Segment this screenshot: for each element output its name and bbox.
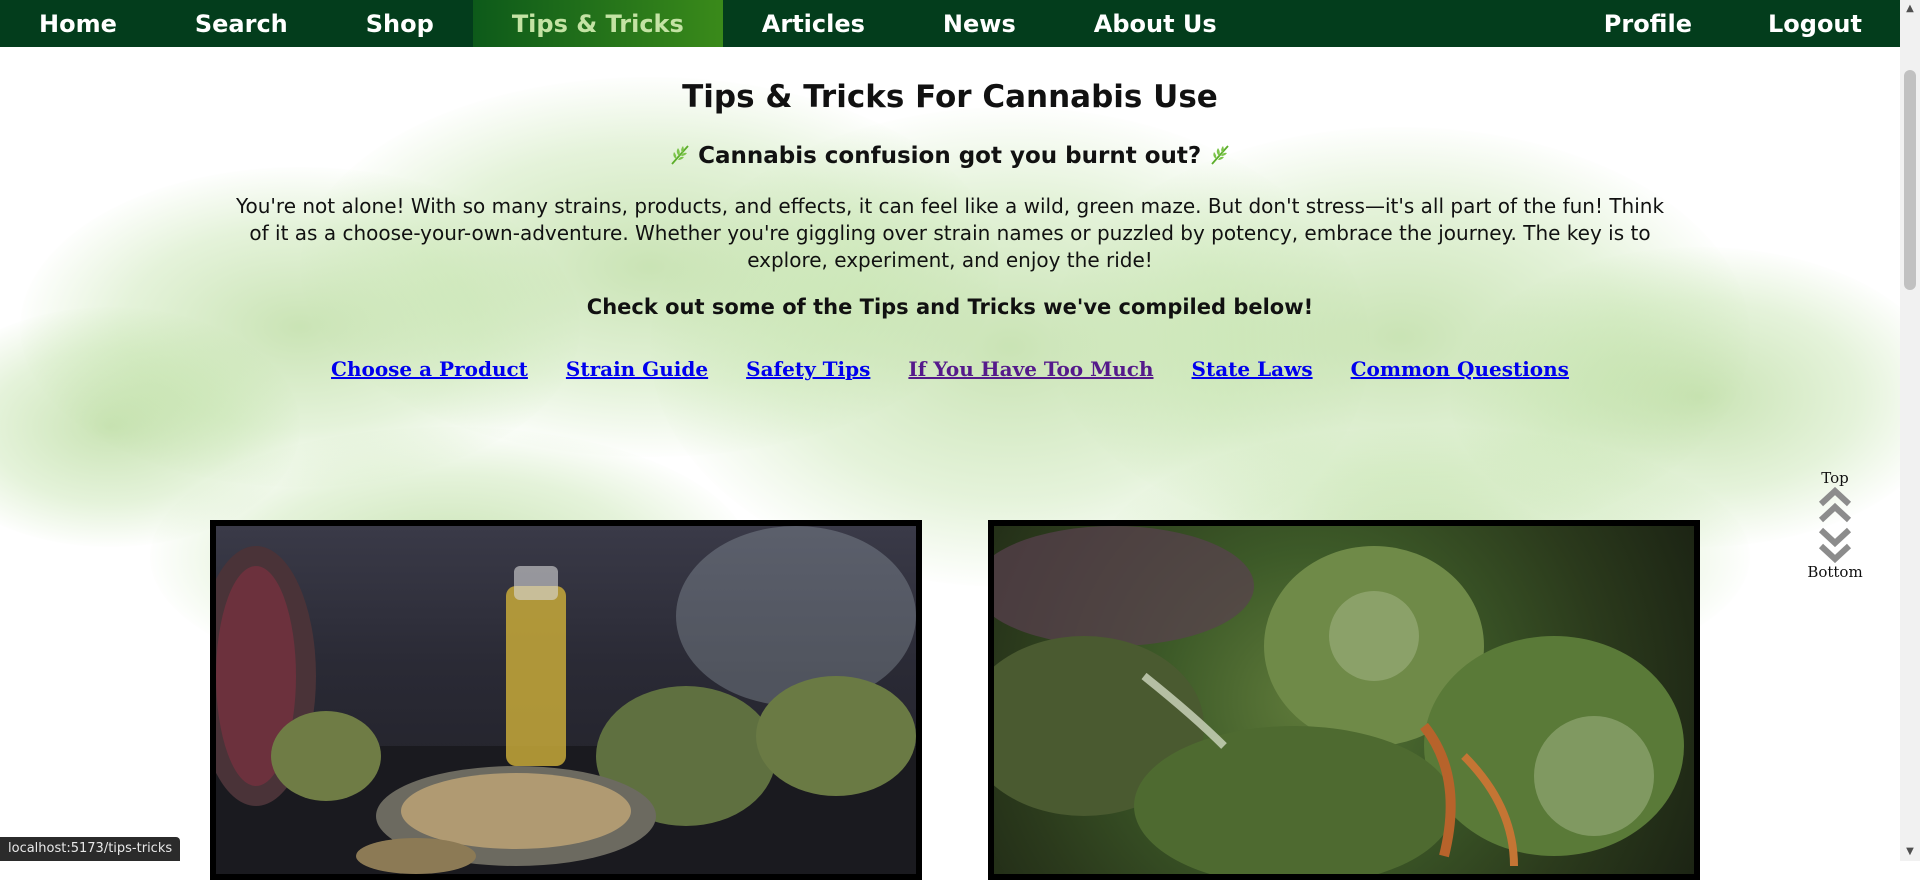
- double-chevron-up-icon[interactable]: [1818, 487, 1852, 525]
- jump-bottom-label[interactable]: Bottom: [1800, 563, 1870, 581]
- subheading: Cannabis confusion got you burnt out?: [0, 143, 1900, 169]
- intro-paragraph: You're not alone! With so many strains, …: [225, 193, 1675, 274]
- subheading-text: Cannabis confusion got you burnt out?: [698, 143, 1201, 169]
- nav-logout[interactable]: Logout: [1730, 0, 1900, 47]
- link-strain-guide[interactable]: Strain Guide: [566, 357, 708, 381]
- link-common-questions[interactable]: Common Questions: [1351, 357, 1569, 381]
- nav-tips-tricks[interactable]: Tips & Tricks: [473, 0, 723, 47]
- cta-text: Check out some of the Tips and Tricks we…: [0, 295, 1900, 319]
- main-nav: Home Search Shop Tips & Tricks Articles …: [0, 0, 1900, 47]
- nav-about-us[interactable]: About Us: [1055, 0, 1256, 47]
- page-scrollbar[interactable]: ▲ ▼: [1900, 0, 1920, 861]
- link-state-laws[interactable]: State Laws: [1192, 357, 1313, 381]
- scroll-up-arrow-icon[interactable]: ▲: [1900, 0, 1920, 18]
- cannabis-products-photo: [216, 526, 916, 874]
- link-safety-tips[interactable]: Safety Tips: [746, 357, 870, 381]
- leaf-icon: [1209, 143, 1231, 169]
- link-if-you-have-too-much[interactable]: If You Have Too Much: [908, 357, 1153, 381]
- card-products[interactable]: [210, 520, 922, 880]
- page-title: Tips & Tricks For Cannabis Use: [0, 79, 1900, 115]
- nav-articles[interactable]: Articles: [723, 0, 904, 47]
- status-url-tooltip: localhost:5173/tips-tricks: [0, 837, 180, 861]
- nav-search[interactable]: Search: [156, 0, 327, 47]
- nav-shop[interactable]: Shop: [327, 0, 473, 47]
- nav-news[interactable]: News: [904, 0, 1055, 47]
- double-chevron-down-icon[interactable]: [1818, 525, 1852, 563]
- nav-profile[interactable]: Profile: [1566, 0, 1730, 47]
- cannabis-bud-closeup-photo: [994, 526, 1694, 874]
- section-links: Choose a Product Strain Guide Safety Tip…: [0, 357, 1900, 381]
- card-strains[interactable]: [988, 520, 1700, 880]
- nav-home[interactable]: Home: [0, 0, 156, 47]
- leaf-icon: [669, 143, 698, 169]
- jump-top-label[interactable]: Top: [1800, 469, 1870, 487]
- scroll-down-arrow-icon[interactable]: ▼: [1900, 843, 1920, 861]
- jump-controls: Top Bottom: [1800, 469, 1870, 581]
- scrollbar-thumb[interactable]: [1904, 70, 1916, 290]
- link-choose-a-product[interactable]: Choose a Product: [331, 357, 528, 381]
